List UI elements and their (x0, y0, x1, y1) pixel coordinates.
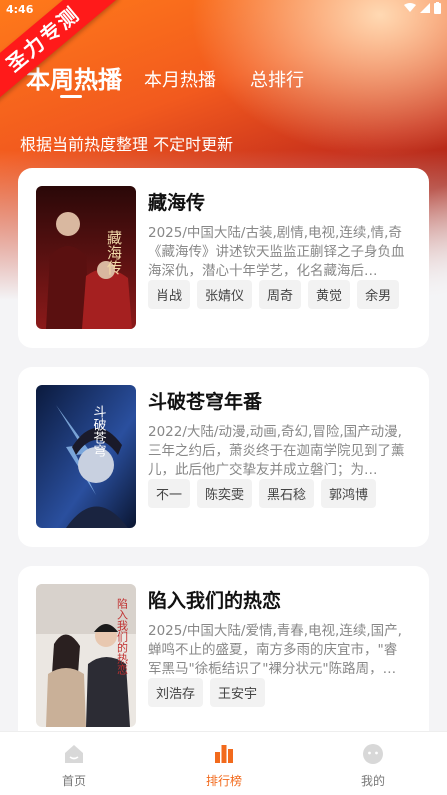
cast-chip[interactable]: 郭鸿博 (321, 479, 377, 508)
cast-chip[interactable]: 张婧仪 (197, 280, 253, 309)
tab-bar: 本周热播 本月热播 总排行 (0, 58, 447, 102)
cast-chip[interactable]: 刘浩存 (148, 678, 204, 707)
drama-description: 《藏海传》讲述钦天监监正蒯铎之子身负血海深仇，潜心十年学艺，化名藏海后… (148, 244, 405, 279)
drama-poster: 斗破苍穹 (36, 385, 136, 528)
nav-profile[interactable]: 我的 (333, 742, 413, 789)
drama-meta: 2025/中国大陆/古装,剧情,电视,连续,情,奇 (148, 225, 402, 241)
bottom-navigation: 首页 排行榜 我的 (0, 731, 447, 795)
cast-chip[interactable]: 不一 (148, 479, 191, 508)
drama-meta: 2025/中国大陆/爱情,青春,电视,连续,国产, (148, 623, 402, 639)
status-icons (404, 2, 441, 14)
cast-chip[interactable]: 黄觉 (308, 280, 351, 309)
ranking-icon (215, 745, 233, 763)
cast-list: 肖战 张婧仪 周奇 黄觉 余男 (148, 280, 400, 309)
tab-this-month[interactable]: 本月热播 (144, 66, 216, 92)
cast-chip[interactable]: 余男 (357, 280, 400, 309)
svg-text:斗破苍穹: 斗破苍穹 (91, 405, 107, 457)
drama-card[interactable]: 陷入我们的热恋 陷入我们的热恋 2025/中国大陆/爱情,青春,电视,连续,国产… (18, 566, 429, 756)
drama-card[interactable]: 藏海传 藏海传 2025/中国大陆/古装,剧情,电视,连续,情,奇 《藏海传》讲… (18, 168, 429, 348)
home-icon (65, 745, 83, 763)
drama-title: 陷入我们的热恋 (148, 590, 282, 612)
nav-ranking-label: 排行榜 (205, 774, 242, 788)
signal-icon (420, 3, 430, 13)
nav-home[interactable]: 首页 (34, 742, 114, 789)
status-time: 4:46 (6, 3, 34, 16)
drama-title: 斗破苍穹年番 (148, 391, 263, 413)
profile-icon (363, 744, 383, 764)
drama-description: 三年之约后，萧炎终于在迦南学院见到了薰儿，此后他广交挚友并成立磐门；为… (148, 443, 405, 478)
tab-overall-ranking[interactable]: 总排行 (250, 66, 304, 92)
drama-poster: 藏海传 (36, 186, 136, 329)
tab-this-week[interactable]: 本周热播 (26, 60, 122, 95)
drama-poster: 陷入我们的热恋 (36, 584, 136, 727)
cast-list: 刘浩存 王安宇 (148, 678, 266, 707)
cast-chip[interactable]: 陈奕雯 (197, 479, 253, 508)
drama-card[interactable]: 斗破苍穹 斗破苍穹年番 2022/大陆/动漫,动画,奇幻,冒险,国产动漫, 三年… (18, 367, 429, 547)
drama-title: 藏海传 (148, 192, 206, 214)
page-subtitle: 根据当前热度整理 不定时更新 (20, 135, 234, 154)
svg-text:陷入我们的热恋: 陷入我们的热恋 (116, 597, 129, 675)
nav-profile-label: 我的 (360, 774, 385, 788)
nav-home-label: 首页 (61, 774, 86, 788)
drama-meta: 2022/大陆/动漫,动画,奇幻,冒险,国产动漫, (148, 424, 402, 440)
cast-chip[interactable]: 黑石稔 (259, 479, 315, 508)
tab-indicator (60, 95, 82, 98)
svg-text:藏海传: 藏海传 (105, 230, 123, 275)
nav-ranking[interactable]: 排行榜 (184, 742, 264, 789)
cast-chip[interactable]: 周奇 (259, 280, 302, 309)
wifi-icon (404, 3, 416, 12)
cast-chip[interactable]: 肖战 (148, 280, 191, 309)
battery-icon (434, 2, 441, 14)
cast-list: 不一 陈奕雯 黑石稔 郭鸿博 (148, 479, 377, 508)
cast-chip[interactable]: 王安宇 (210, 678, 266, 707)
drama-description: 蝉鸣不止的盛夏，南方多雨的庆宜市，"睿军黑马"徐栀结识了"裸分状元"陈路周，… (148, 642, 398, 677)
